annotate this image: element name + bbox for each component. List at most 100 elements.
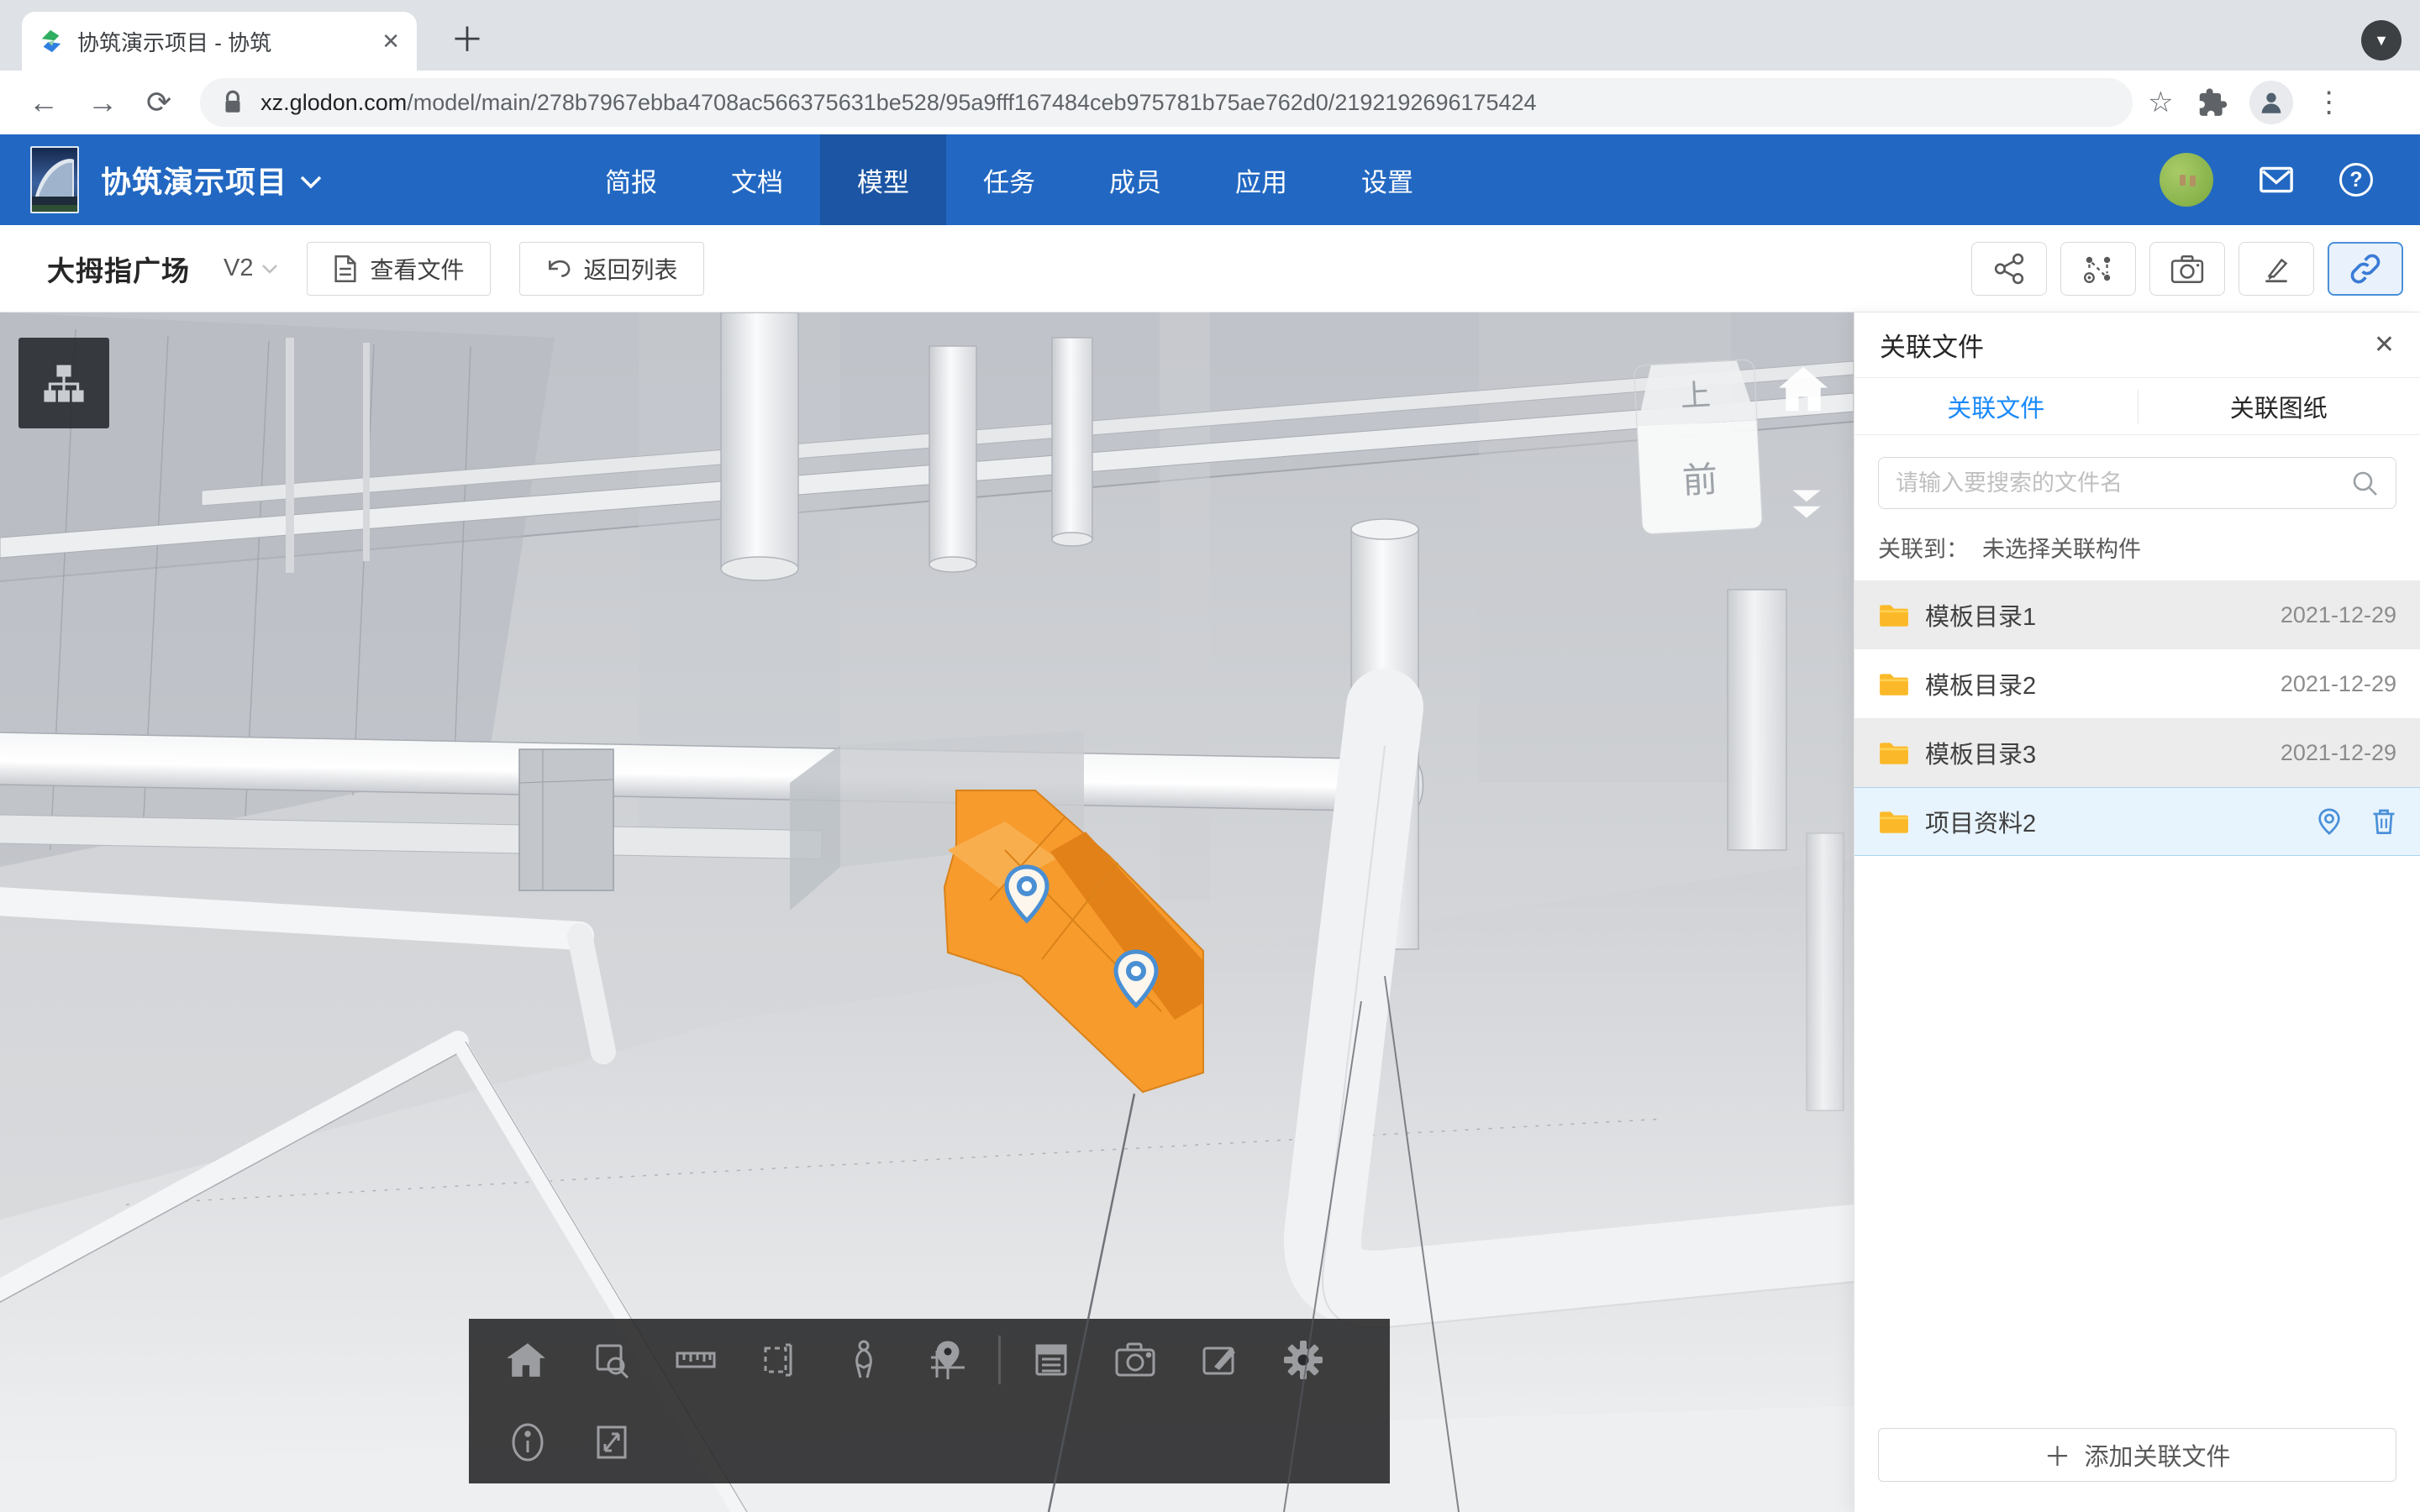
share-icon [1993,253,2025,285]
browser-toolbar: ← → ⟳ xz.glodon.com/model/main/278b7967e… [0,71,2420,134]
mail-icon[interactable] [2259,165,2294,194]
share-button[interactable] [1971,242,2047,296]
screenshot-button[interactable] [1097,1326,1174,1394]
file-row-selected[interactable]: 项目资料2 [1854,787,2420,856]
tab-search-icon[interactable]: ▼ [2361,20,2402,60]
folder-icon [1878,808,1910,835]
address-bar[interactable]: xz.glodon.com/model/main/278b7967ebba470… [200,78,2133,127]
project-thumbnail[interactable] [30,146,79,213]
walkthrough-button[interactable] [825,1326,902,1394]
close-icon[interactable]: ✕ [2374,330,2395,360]
file-row[interactable]: 模板目录1 2021-12-29 [1854,580,2420,649]
plus-icon: ＋ [2044,1436,2070,1474]
project-title[interactable]: 协筑演示项目 [101,158,287,202]
browser-tab[interactable]: 协筑演示项目 - 协筑 ✕ [22,12,417,71]
chevron-down-icon[interactable] [299,174,323,191]
structure-tree-icon [39,358,89,408]
viewer-toolbar [469,1319,1390,1483]
site-favicon-icon [39,29,64,54]
model-tree-button[interactable] [18,338,109,428]
section-button[interactable] [741,1326,818,1394]
return-arrow-icon [545,256,572,281]
forward-icon[interactable]: → [87,85,118,120]
nav-item-members[interactable]: 成员 [1072,134,1198,225]
viewpoint-button[interactable] [909,1326,986,1394]
view-cube-top-face[interactable]: 上 [1634,360,1757,426]
search-icon[interactable] [2350,469,2379,497]
nav-item-apps[interactable]: 应用 [1198,134,1324,225]
model-name: 大拇指广场 [47,249,190,289]
view-file-button[interactable]: 查看文件 [307,242,490,296]
settings-button[interactable] [1265,1326,1342,1394]
delete-trash-icon[interactable] [2371,807,2396,836]
fullscreen-button[interactable] [573,1409,650,1476]
tab-close-icon[interactable]: ✕ [381,29,400,55]
file-row[interactable]: 模板目录3 2021-12-29 [1854,718,2420,787]
add-linked-file-button[interactable]: ＋ 添加关联文件 [1878,1428,2396,1482]
pencil-icon [2260,253,2292,285]
chevron-down-icon [261,263,278,275]
nav-item-tasks[interactable]: 任务 [946,134,1072,225]
home-view-icon[interactable] [1776,365,1830,413]
browser-window: 协筑演示项目 - 协筑 ✕ ＋ ▼ ← → ⟳ xz.glodon.com/mo… [0,0,2420,1512]
panel-footer: ＋ 添加关联文件 [1854,1406,2420,1512]
version-selector[interactable]: V2 [224,255,278,282]
browser-menu-icon[interactable]: ⋮ [2315,86,2344,119]
route-path-icon [2082,253,2114,285]
back-to-list-label: 返回列表 [584,252,678,286]
tab-strip: 协筑演示项目 - 协筑 ✕ ＋ ▼ [0,0,2420,71]
tab-linked-drawings[interactable]: 关联图纸 [2138,378,2420,434]
chevron-down-double-icon[interactable] [1783,486,1830,522]
locate-pin-icon[interactable] [2316,807,2343,836]
folder-icon [1878,601,1910,628]
view-cube-front-face[interactable]: 前 [1638,420,1763,533]
measure-button[interactable] [657,1326,734,1394]
tab-title: 协筑演示项目 - 协筑 [77,26,370,57]
back-icon[interactable]: ← [29,85,59,120]
file-name: 项目资料2 [1925,804,2316,839]
camera-icon [2170,253,2204,285]
url-domain: xz.glodon.com [260,90,407,115]
model-viewport[interactable]: 上 前 [0,312,1854,1512]
linked-files-panel: 关联文件 ✕ 关联文件 关联图纸 关联到：未选择关联构件 模板目录1 [1854,312,2420,1512]
new-tab-button[interactable]: ＋ [450,24,484,57]
user-avatar[interactable] [2160,153,2213,207]
zoom-select-button[interactable] [573,1326,650,1394]
nav-item-settings[interactable]: 设置 [1324,134,1450,225]
browser-profile-avatar[interactable] [2249,81,2293,124]
nav-item-model[interactable]: 模型 [820,134,946,225]
nav-item-documents[interactable]: 文档 [694,134,820,225]
model-toolbar: 大拇指广场 V2 查看文件 返回列表 [0,225,2420,312]
info-button[interactable] [489,1409,566,1476]
file-search-box[interactable] [1878,457,2396,509]
bookmark-star-icon[interactable]: ☆ [2148,86,2173,119]
file-name: 模板目录2 [1925,666,2281,701]
viewer-action-buttons [1971,242,2403,296]
link-files-button[interactable] [2328,242,2403,296]
file-list: 模板目录1 2021-12-29 模板目录2 2021-12-29 模板目录3 … [1854,580,2420,1406]
file-name: 模板目录3 [1925,735,2281,770]
markup-button[interactable] [2238,242,2314,296]
linked-to-label: 关联到： [1878,537,1969,562]
markup-edit-button[interactable] [1181,1326,1258,1394]
version-label: V2 [224,255,253,282]
home-button[interactable] [489,1326,566,1394]
file-date: 2021-12-29 [2281,602,2396,628]
tab-linked-files[interactable]: 关联文件 [1854,378,2138,434]
file-row[interactable]: 模板目录2 2021-12-29 [1854,649,2420,718]
add-linked-file-label: 添加关联文件 [2085,1437,2231,1473]
help-icon[interactable]: ? [2339,163,2373,197]
back-to-list-button[interactable]: 返回列表 [519,242,704,296]
properties-panel-button[interactable] [1013,1326,1090,1394]
file-search-input[interactable] [1896,470,2350,496]
header-right: ? [2160,134,2420,225]
nav-item-briefing[interactable]: 简报 [568,134,694,225]
view-cube[interactable]: 上 前 [1634,360,1762,533]
app-header: 协筑演示项目 简报 文档 模型 任务 成员 应用 设置 ? [0,134,2420,225]
lock-icon [222,89,244,116]
snapshot-button[interactable] [2149,242,2225,296]
reload-icon[interactable]: ⟳ [146,85,171,120]
viewpoint-route-button[interactable] [2060,242,2136,296]
document-icon [333,255,358,283]
extensions-puzzle-icon[interactable] [2196,87,2228,118]
